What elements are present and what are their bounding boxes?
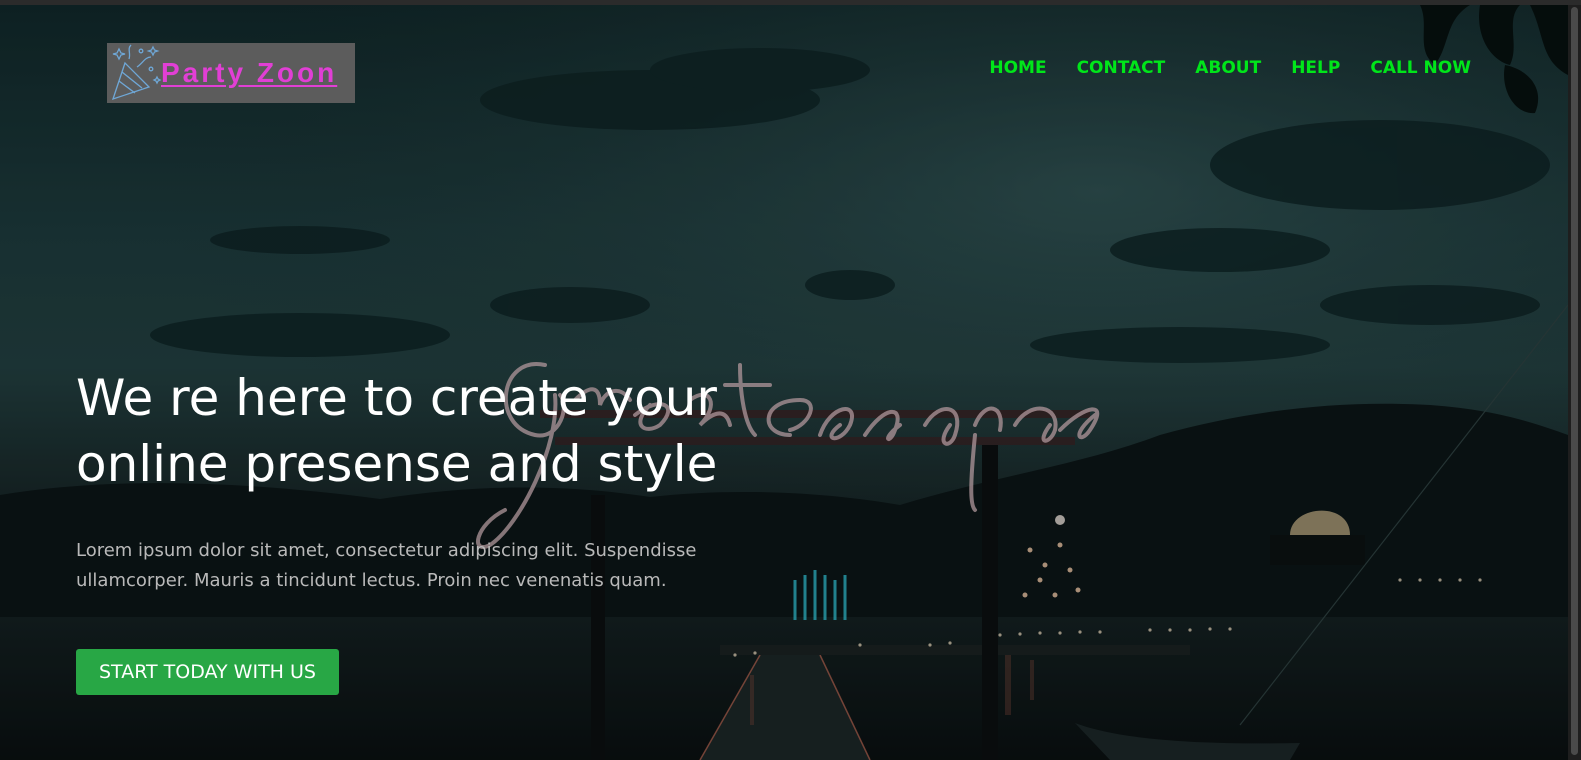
brand-name: Party Zoon (161, 57, 338, 88)
hero-description: Lorem ipsum dolor sit amet, consectetur … (76, 540, 697, 591)
hero-headline: We re here to create your online presens… (76, 369, 718, 493)
brand-logo[interactable]: Party Zoon (107, 43, 355, 103)
nav-call-now[interactable]: CALL NOW (1370, 58, 1471, 78)
party-popper-icon (111, 44, 162, 101)
window-top-edge (0, 0, 1581, 5)
scrollbar-thumb[interactable] (1571, 7, 1578, 755)
vertical-scrollbar[interactable] (1568, 5, 1581, 760)
nav-about[interactable]: ABOUT (1195, 58, 1261, 78)
nav-contact[interactable]: CONTACT (1077, 58, 1166, 78)
browser-viewport: Party Zoon HOME CONTACT ABOUT HELP CALL … (0, 0, 1581, 760)
nav-home[interactable]: HOME (989, 58, 1046, 78)
start-today-button[interactable]: START TODAY WITH US (76, 649, 339, 695)
hero-section: Party Zoon HOME CONTACT ABOUT HELP CALL … (0, 5, 1568, 760)
main-nav: HOME CONTACT ABOUT HELP CALL NOW (959, 58, 1471, 78)
nav-help[interactable]: HELP (1291, 58, 1340, 78)
